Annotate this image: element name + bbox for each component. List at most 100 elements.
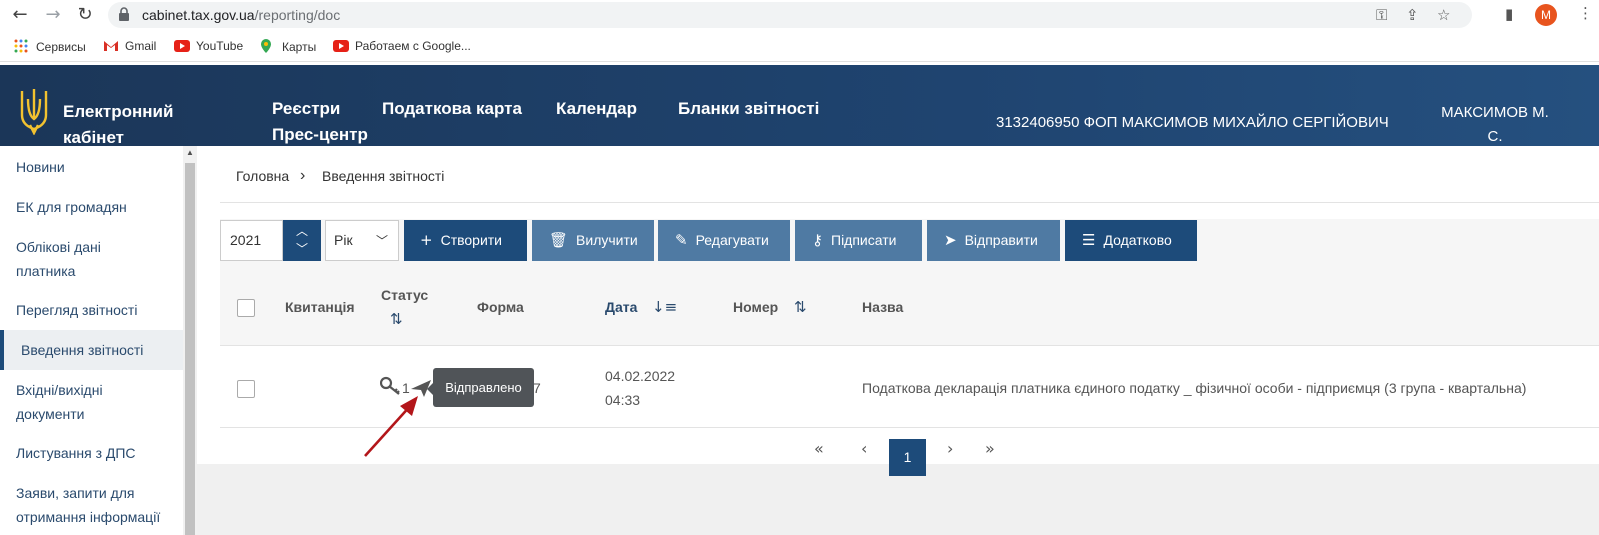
url-text: cabinet.tax.gov.ua/reporting/doc: [142, 7, 340, 23]
nav-calendar[interactable]: Календар: [556, 99, 637, 119]
sort-icon[interactable]: ⇅: [390, 310, 403, 328]
sort-icon[interactable]: ⇅: [794, 298, 807, 316]
back-icon[interactable]: ←: [10, 5, 30, 25]
bookmark-google-work[interactable]: Работаем с Google...: [333, 39, 471, 53]
taxpayer-info[interactable]: 3132406950 ФОП МАКСИМОВ МИХАЙЛО СЕРГІЙОВ…: [996, 114, 1389, 131]
bookmark-services[interactable]: Сервисы: [14, 39, 86, 54]
form-code: 7: [533, 380, 541, 396]
user-name-line-1: МАКСИМОВ М.: [1441, 104, 1549, 121]
menu-kebab-icon[interactable]: ⋮: [1578, 4, 1593, 22]
nav-press-center[interactable]: Прес-центр: [272, 125, 368, 145]
sidebar-item-requests[interactable]: Заяви, запити для отримання інформації: [0, 481, 183, 529]
sign-label: Підписати: [831, 232, 897, 248]
sign-button[interactable]: ⚷ Підписати: [795, 220, 922, 261]
user-menu[interactable]: МАКСИМОВ М. С.: [1432, 101, 1558, 146]
next-page-button[interactable]: ›: [947, 439, 953, 458]
create-button[interactable]: + Створити: [404, 220, 527, 261]
sidebar-item-label: ЕК для громадян: [16, 199, 127, 215]
url-path: /reporting/doc: [254, 7, 341, 23]
send-label: Відправити: [964, 232, 1038, 248]
page-1-button[interactable]: 1: [889, 439, 926, 476]
nav-report-forms[interactable]: Бланки звітності: [678, 99, 819, 119]
chevron-down-icon: ﹀: [375, 234, 388, 248]
first-page-button[interactable]: «: [814, 439, 824, 458]
row-name[interactable]: Податкова декларація платника єдиного по…: [862, 376, 1526, 400]
sort-desc-icon[interactable]: ↓≡: [652, 298, 677, 316]
forward-icon[interactable]: →: [43, 5, 63, 25]
breadcrumb-current: Введення звітності: [322, 168, 445, 184]
bookmark-label: Gmail: [125, 39, 157, 53]
sidebar-item-news[interactable]: Новини: [0, 155, 183, 179]
bookmark-star-icon[interactable]: ☆: [1437, 6, 1450, 24]
key-icon[interactable]: ⚿: [1376, 6, 1387, 24]
sidebar-item-label: отримання інформації: [16, 509, 161, 525]
header-form: Форма: [477, 299, 524, 315]
sidebar-item-in-out-docs[interactable]: Вхідні/вихідні документи: [0, 378, 183, 426]
year-spinner[interactable]: ︿ ﹀: [283, 220, 321, 261]
share-icon[interactable]: ⇪: [1406, 6, 1419, 24]
address-bar[interactable]: cabinet.tax.gov.ua/reporting/doc ⚿ ⇪ ☆: [108, 2, 1472, 28]
header-date[interactable]: Дата: [605, 299, 637, 315]
logo-line-2: кабінет: [63, 128, 125, 146]
sidebar-item-label: платника: [16, 263, 76, 279]
sidebar-item-label: Листування з ДПС: [16, 445, 136, 461]
sidebar-item-label: Облікові дані: [16, 239, 101, 255]
select-all-checkbox[interactable]: [237, 299, 255, 317]
bookmarks-bar: Сервисы Gmail YouTube Карты Работаем с G…: [0, 32, 1599, 62]
period-value: Рік: [334, 232, 353, 248]
year-input[interactable]: 2021: [220, 220, 283, 261]
scroll-up-icon[interactable]: ▲: [186, 148, 194, 157]
row-checkbox[interactable]: [237, 380, 255, 398]
url-host: cabinet.tax.gov.ua: [142, 7, 255, 23]
bookmark-youtube[interactable]: YouTube: [174, 39, 243, 53]
trident-logo-icon[interactable]: [18, 85, 50, 136]
breadcrumb-home[interactable]: Головна: [236, 168, 289, 184]
chevron-up-icon[interactable]: ︿: [283, 222, 321, 240]
header-status[interactable]: Статус: [381, 287, 428, 303]
sidebar-item-enter-reports[interactable]: Введення звітності: [0, 330, 183, 370]
divider: [220, 202, 1599, 203]
scrollbar-thumb[interactable]: [185, 163, 195, 535]
profile-avatar[interactable]: M: [1535, 4, 1557, 26]
bookmark-maps[interactable]: Карты: [260, 39, 316, 54]
more-button[interactable]: ☰ Додатково: [1065, 220, 1197, 261]
delete-button[interactable]: 🗑 Вилучити: [532, 220, 654, 261]
header-receipt: Квитанція: [285, 299, 355, 315]
sidebar-item-view-reports[interactable]: Перегляд звітності: [0, 298, 183, 322]
paper-plane-icon: ➤: [944, 231, 957, 249]
lock-icon: [118, 7, 132, 23]
key-icon: ⚷: [812, 231, 823, 249]
sidebar-item-citizens[interactable]: ЕК для громадян: [0, 195, 183, 219]
sidebar-item-account-data[interactable]: Облікові дані платника: [0, 235, 183, 283]
side-panel-icon[interactable]: ▮: [1505, 5, 1513, 23]
edit-label: Редагувати: [695, 232, 769, 248]
user-name-line-2: С.: [1487, 128, 1503, 145]
nav-registries[interactable]: Реєстри: [272, 99, 340, 119]
gmail-icon: [103, 40, 119, 52]
edit-button[interactable]: ✎ Редагувати: [658, 220, 790, 261]
sidebar-item-label: Заяви, запити для: [16, 485, 135, 501]
reload-icon[interactable]: ↻: [75, 5, 95, 25]
nav-tax-map[interactable]: Податкова карта: [382, 99, 522, 119]
bookmark-label: Работаем с Google...: [355, 39, 471, 53]
sidebar-item-correspondence[interactable]: Листування з ДПС: [0, 441, 183, 465]
browser-toolbar: ← → ↻ cabinet.tax.gov.ua/reporting/doc ⚿…: [0, 0, 1599, 30]
plus-icon: +: [420, 231, 433, 249]
sidebar-item-label: Вхідні/вихідні: [16, 382, 103, 398]
header-number[interactable]: Номер: [733, 299, 778, 315]
chevron-right-icon: ›: [300, 167, 306, 184]
status-tooltip: Відправлено: [433, 368, 534, 407]
send-button[interactable]: ➤ Відправити: [927, 220, 1060, 261]
last-page-button[interactable]: »: [985, 439, 995, 458]
row-time: 04:33: [605, 392, 641, 408]
bookmark-gmail[interactable]: Gmail: [103, 39, 156, 53]
logo-text[interactable]: Електронний кабінет: [63, 99, 183, 146]
period-select[interactable]: Рік ﹀: [325, 220, 399, 261]
create-label: Створити: [440, 232, 503, 248]
sidebar-item-label: документи: [16, 406, 85, 422]
chevron-down-icon[interactable]: ﹀: [283, 240, 321, 258]
prev-page-button[interactable]: ‹: [861, 439, 867, 458]
logo-line-1: Електронний: [63, 102, 174, 121]
pencil-icon: ✎: [675, 231, 688, 249]
bookmark-label: YouTube: [196, 39, 244, 53]
